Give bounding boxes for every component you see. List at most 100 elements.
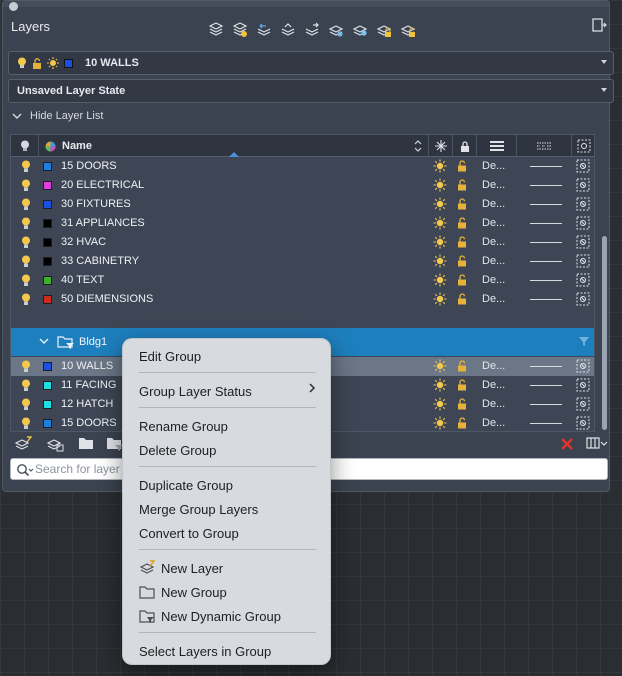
- unlocked-padlock-icon[interactable]: [457, 379, 467, 394]
- unlocked-padlock-icon[interactable]: [457, 398, 467, 413]
- scrollbar-thumb[interactable]: [602, 236, 607, 430]
- layer-lineweight-sample[interactable]: [530, 261, 562, 262]
- thawed-sun-icon[interactable]: [433, 397, 447, 414]
- unlocked-padlock-icon[interactable]: [457, 236, 467, 251]
- viewport-freeze-icon[interactable]: [576, 292, 590, 309]
- new-layer-icon[interactable]: [14, 436, 33, 455]
- lightbulb-on-icon[interactable]: [21, 274, 31, 290]
- lightbulb-on-icon[interactable]: [21, 255, 31, 271]
- viewport-freeze-icon[interactable]: [576, 359, 590, 376]
- layer-linetype[interactable]: De...: [482, 274, 505, 286]
- layer-color-swatch[interactable]: [43, 419, 52, 428]
- layer-linetype[interactable]: De...: [482, 360, 505, 372]
- layer-color-swatch[interactable]: [43, 257, 52, 266]
- layer-lineweight-sample[interactable]: [530, 185, 562, 186]
- layer-unlock-icon[interactable]: [399, 21, 417, 39]
- lightbulb-on-icon[interactable]: [21, 217, 31, 233]
- viewport-freeze-icon[interactable]: [576, 416, 590, 431]
- layer-row[interactable]: 32 HVAC De...: [11, 233, 594, 252]
- new-group-folder-icon[interactable]: [78, 436, 94, 453]
- layer-lineweight-sample[interactable]: [530, 242, 562, 243]
- column-vp-freeze[interactable]: [572, 135, 594, 157]
- viewport-freeze-icon[interactable]: [576, 197, 590, 214]
- hide-layer-list-toggle[interactable]: Hide Layer List: [12, 110, 103, 122]
- thawed-sun-icon[interactable]: [433, 292, 447, 309]
- layer-color-swatch[interactable]: [43, 181, 52, 190]
- lightbulb-on-icon[interactable]: [21, 417, 31, 431]
- layer-color-swatch[interactable]: [43, 295, 52, 304]
- chevron-down-icon[interactable]: [39, 337, 49, 345]
- thawed-sun-icon[interactable]: [433, 254, 447, 271]
- thawed-sun-icon[interactable]: [433, 159, 447, 176]
- column-on[interactable]: [11, 135, 39, 157]
- layer-linetype[interactable]: De...: [482, 236, 505, 248]
- layer-linetype[interactable]: De...: [482, 379, 505, 391]
- current-layer-dropdown[interactable]: 10 WALLS: [8, 51, 614, 75]
- layer-lineweight-sample[interactable]: [530, 404, 562, 405]
- sort-arrows-icon[interactable]: [414, 140, 422, 152]
- unlocked-padlock-icon[interactable]: [457, 198, 467, 213]
- lightbulb-on-icon[interactable]: [17, 57, 27, 69]
- layer-row[interactable]: 15 DOORS De...: [11, 157, 594, 176]
- lightbulb-on-icon[interactable]: [21, 198, 31, 214]
- thawed-sun-icon[interactable]: [433, 235, 447, 252]
- layer-iso-icon[interactable]: [231, 21, 249, 39]
- lightbulb-on-icon[interactable]: [21, 293, 31, 309]
- layer-move-icon[interactable]: [303, 21, 321, 39]
- layer-linetype[interactable]: De...: [482, 255, 505, 267]
- layer-linetype[interactable]: De...: [482, 398, 505, 410]
- layer-state-dropdown[interactable]: Unsaved Layer State: [8, 79, 614, 103]
- new-layer-vp-frozen-icon[interactable]: [46, 436, 64, 455]
- layer-color-swatch[interactable]: [43, 381, 52, 390]
- layer-linetype[interactable]: De...: [482, 417, 505, 429]
- lightbulb-on-icon[interactable]: [21, 360, 31, 376]
- column-freeze[interactable]: [429, 135, 453, 157]
- filter-icon[interactable]: [578, 335, 590, 347]
- layer-row[interactable]: 30 FIXTURES De...: [11, 195, 594, 214]
- unlocked-padlock-icon[interactable]: [457, 160, 467, 175]
- menu-delete-group[interactable]: Delete Group: [139, 441, 216, 459]
- layer-off-icon[interactable]: [351, 21, 369, 39]
- layer-color-swatch[interactable]: [43, 200, 52, 209]
- layer-row[interactable]: 31 APPLIANCES De...: [11, 214, 594, 233]
- layer-color-swatch[interactable]: [43, 276, 52, 285]
- menu-group-layer-status[interactable]: Group Layer Status: [139, 382, 316, 400]
- unlocked-padlock-icon[interactable]: [457, 274, 467, 289]
- viewport-freeze-icon[interactable]: [576, 159, 590, 176]
- delete-layer-icon[interactable]: [560, 437, 574, 454]
- column-lock[interactable]: [453, 135, 477, 157]
- palette-close-dot[interactable]: [9, 2, 18, 11]
- layer-color-swatch[interactable]: [43, 400, 52, 409]
- thawed-sun-icon[interactable]: [433, 378, 447, 395]
- layer-lineweight-sample[interactable]: [530, 366, 562, 367]
- viewport-freeze-icon[interactable]: [576, 273, 590, 290]
- thawed-sun-icon[interactable]: [433, 216, 447, 233]
- unlocked-padlock-icon[interactable]: [32, 57, 42, 69]
- layer-previous-icon[interactable]: [255, 21, 273, 39]
- thawed-sun-icon[interactable]: [433, 197, 447, 214]
- menu-new-group[interactable]: New Group: [139, 583, 227, 601]
- layer-lineweight-sample[interactable]: [530, 166, 562, 167]
- layer-lineweight-sample[interactable]: [530, 385, 562, 386]
- layer-lineweight-sample[interactable]: [530, 299, 562, 300]
- layer-lineweight-sample[interactable]: [530, 204, 562, 205]
- columns-settings-icon[interactable]: [586, 436, 608, 453]
- layer-linetype[interactable]: De...: [482, 198, 505, 210]
- menu-duplicate-group[interactable]: Duplicate Group: [139, 476, 233, 494]
- menu-select-layers-in-group[interactable]: Select Layers in Group: [139, 642, 271, 660]
- layer-lineweight-sample[interactable]: [530, 280, 562, 281]
- lightbulb-on-icon[interactable]: [21, 379, 31, 395]
- layer-color-swatch[interactable]: [43, 238, 52, 247]
- thawed-sun-icon[interactable]: [433, 359, 447, 376]
- layer-lineweight-sample[interactable]: [530, 223, 562, 224]
- lightbulb-on-icon[interactable]: [21, 160, 31, 176]
- unlocked-padlock-icon[interactable]: [457, 293, 467, 308]
- thawed-sun-icon[interactable]: [47, 57, 59, 69]
- layer-match-icon[interactable]: [279, 21, 297, 39]
- viewport-freeze-icon[interactable]: [576, 378, 590, 395]
- layer-properties-icon[interactable]: [207, 21, 225, 39]
- lightbulb-on-icon[interactable]: [21, 398, 31, 414]
- layer-lock-icon[interactable]: [375, 21, 393, 39]
- unlocked-padlock-icon[interactable]: [457, 217, 467, 232]
- menu-merge-group-layers[interactable]: Merge Group Layers: [139, 500, 258, 518]
